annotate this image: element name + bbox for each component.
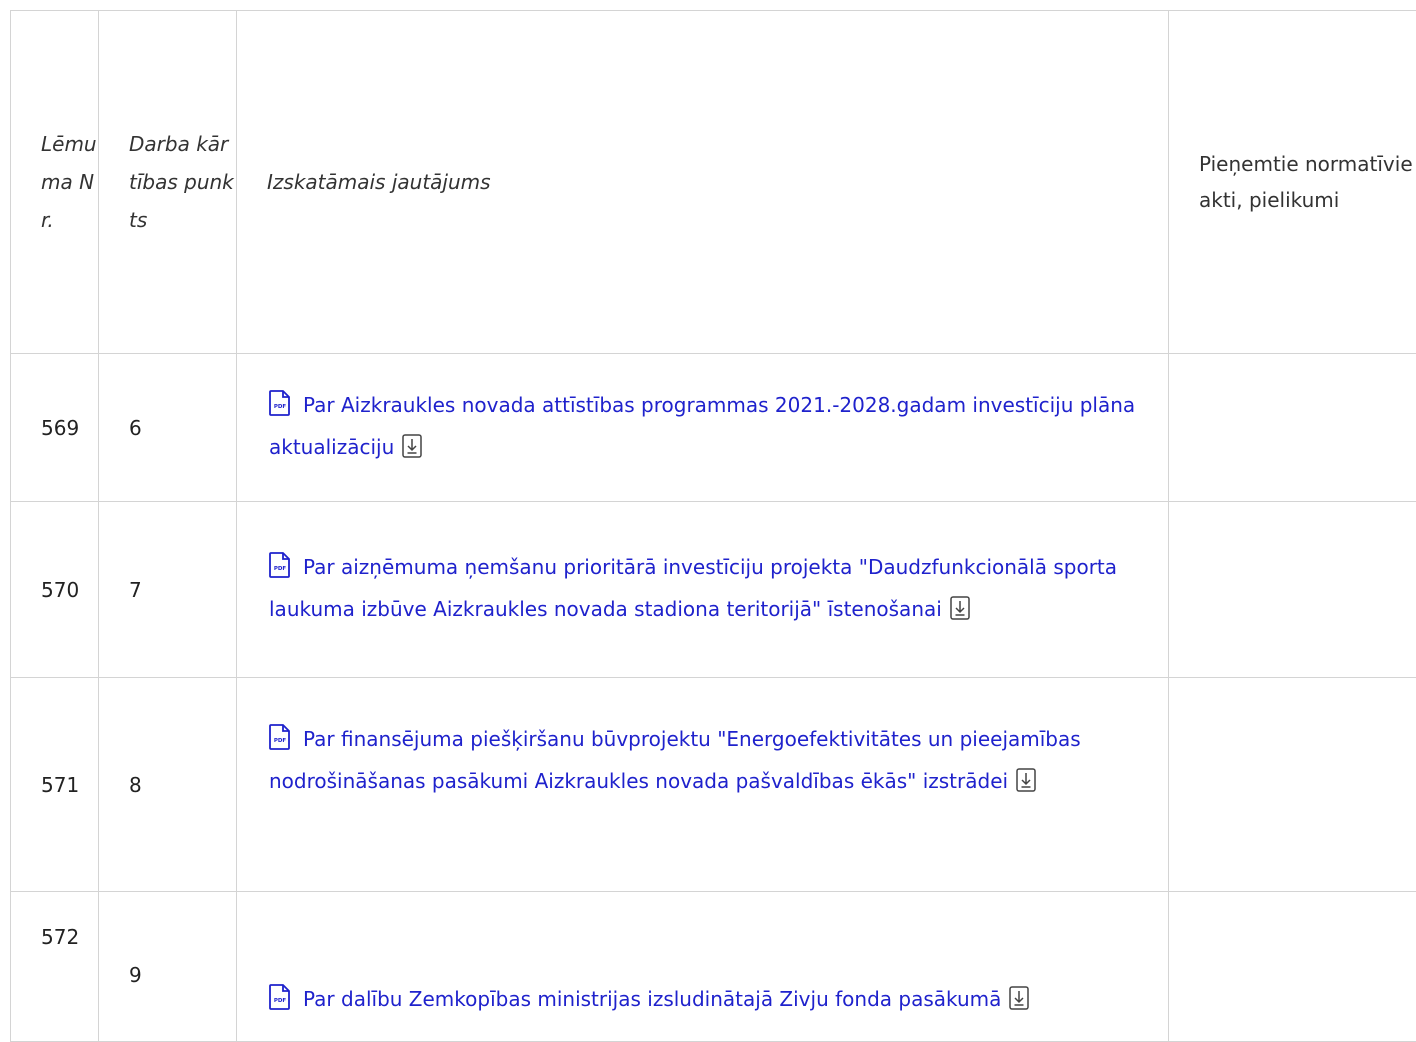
acts-cell (1169, 354, 1416, 502)
pdf-file-icon: PDF (269, 724, 291, 762)
issue-link-text: Par aizņēmuma ņemšanu prioritārā investī… (269, 555, 1117, 621)
decision-no-cell: 570 (11, 502, 99, 678)
issue-link[interactable]: PDFPar Aizkraukles novada attīstības pro… (269, 393, 1135, 459)
download-icon[interactable] (1009, 984, 1029, 1022)
decisions-table: Lēmuma Nr. Darba kārtības punkts Izskatā… (10, 10, 1416, 1042)
table-header-row: Lēmuma Nr. Darba kārtības punkts Izskatā… (11, 11, 1416, 354)
issue-cell: PDFPar aizņēmuma ņemšanu prioritārā inve… (237, 502, 1169, 678)
download-icon[interactable] (1016, 766, 1036, 804)
issue-link[interactable]: PDF Par dalību Zemkopības ministrijas izs… (269, 987, 1001, 1011)
header-agenda-item: Darba kārtības punkts (99, 11, 237, 354)
header-issue: Izskatāmais jautājums (237, 11, 1169, 354)
issue-cell: PDF Par dalību Zemkopības ministrijas izs… (237, 892, 1169, 1042)
issue-cell: PDFPar Aizkraukles novada attīstības pro… (237, 354, 1169, 502)
issue-link-text: Par finansējuma piešķiršanu būvprojektu … (269, 727, 1081, 793)
decision-no-cell: 571 (11, 678, 99, 892)
issue-link[interactable]: PDFPar finansējuma piešķiršanu būvprojek… (269, 727, 1081, 793)
decision-no-cell: 572 (11, 892, 99, 1042)
decision-no-cell: 569 (11, 354, 99, 502)
issue-cell: PDFPar finansējuma piešķiršanu būvprojek… (237, 678, 1169, 892)
agenda-item-cell: 6 (99, 354, 237, 502)
table-row: 570 7 PDFPar aizņēmuma ņemšanu prioritār… (11, 502, 1416, 678)
table-row: 572 9 PDF Par dalību Zemkopības ministrij… (11, 892, 1416, 1042)
svg-text:PDF: PDF (274, 566, 287, 572)
agenda-item-cell: 7 (99, 502, 237, 678)
table-row: 571 8 PDFPar finansējuma piešķiršanu būv… (11, 678, 1416, 892)
download-icon[interactable] (950, 594, 970, 632)
download-icon[interactable] (402, 432, 422, 470)
pdf-file-icon: PDF (269, 984, 291, 1022)
pdf-file-icon: PDF (269, 390, 291, 428)
agenda-item-cell: 8 (99, 678, 237, 892)
agenda-item-cell: 9 (99, 892, 237, 1042)
issue-link[interactable]: PDFPar aizņēmuma ņemšanu prioritārā inve… (269, 555, 1117, 621)
acts-cell (1169, 892, 1416, 1042)
issue-link-text: Par Aizkraukles novada attīstības progra… (269, 393, 1135, 459)
acts-cell (1169, 502, 1416, 678)
svg-text:PDF: PDF (274, 998, 287, 1004)
issue-link-text: Par dalību Zemkopības ministrijas izslud… (303, 987, 1001, 1011)
table-row: 569 6 PDFPar Aizkraukles novada attīstīb… (11, 354, 1416, 502)
svg-text:PDF: PDF (274, 404, 287, 410)
header-decision-no: Lēmuma Nr. (11, 11, 99, 354)
svg-text:PDF: PDF (274, 738, 287, 744)
acts-cell (1169, 678, 1416, 892)
header-acts: Pieņemtie normatīvie akti, pielikumi (1169, 11, 1416, 354)
pdf-file-icon: PDF (269, 552, 291, 590)
